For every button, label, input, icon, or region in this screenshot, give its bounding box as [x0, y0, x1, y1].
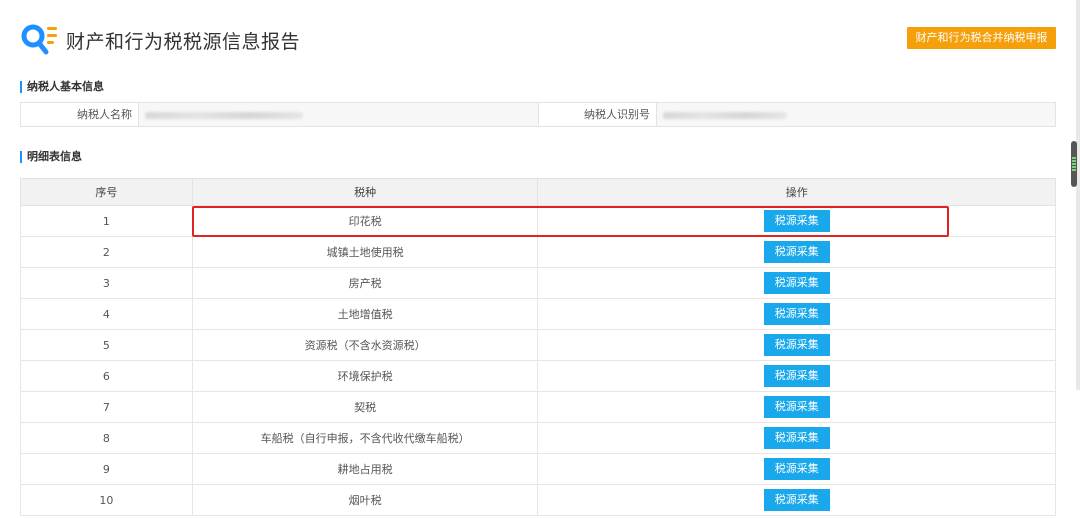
row-number: 9: [20, 453, 193, 485]
row-number: 3: [20, 267, 193, 299]
header-serial-number: 序号: [20, 178, 193, 206]
scrollbar-track[interactable]: [1076, 0, 1080, 390]
table-row: 3 房产税 税源采集: [20, 267, 1056, 299]
tax-source-collect-button[interactable]: 税源采集: [763, 210, 830, 232]
page-header: 财产和行为税税源信息报告 财产和行为税合并纳税申报: [20, 22, 1060, 58]
tax-source-collect-button[interactable]: 税源采集: [763, 334, 830, 356]
row-number: 8: [20, 422, 193, 454]
table-row: 7 契税 税源采集: [20, 391, 1056, 423]
row-operation: 税源采集: [537, 391, 1056, 423]
taxpayer-id-label: 纳税人识别号: [539, 103, 657, 126]
row-tax-type: 土地增值税: [191, 298, 539, 330]
table-row: 1 印花税 税源采集: [20, 205, 1056, 237]
row-operation: 税源采集: [537, 484, 1056, 516]
row-tax-type: 房产税: [191, 267, 539, 299]
scrollbar-thumb[interactable]: [1071, 141, 1077, 187]
table-row: 9 耕地占用税 税源采集: [20, 453, 1056, 485]
row-operation: 税源采集: [537, 267, 1056, 299]
row-operation: 税源采集: [537, 453, 1056, 485]
taxpayer-name-value: [139, 103, 539, 126]
row-tax-type: 环境保护税: [191, 360, 539, 392]
row-number: 1: [20, 205, 193, 237]
row-operation: 税源采集: [537, 298, 1056, 330]
row-tax-type: 印花税: [191, 205, 539, 237]
redacted-text: [663, 112, 787, 119]
row-operation: 税源采集: [537, 360, 1056, 392]
row-number: 7: [20, 391, 193, 423]
table-row: 5 资源税（不含水资源税） 税源采集: [20, 329, 1056, 361]
row-number: 6: [20, 360, 193, 392]
row-operation: 税源采集: [537, 205, 1056, 237]
tax-source-collect-button[interactable]: 税源采集: [763, 458, 830, 480]
row-tax-type: 契税: [191, 391, 539, 423]
tax-source-collect-button[interactable]: 税源采集: [763, 272, 830, 294]
header-tax-type: 税种: [191, 178, 539, 206]
tax-source-collect-button[interactable]: 税源采集: [763, 303, 830, 325]
row-tax-type: 城镇土地使用税: [191, 236, 539, 268]
row-tax-type: 耕地占用税: [191, 453, 539, 485]
table-row: 8 车船税（自行申报，不含代收代缴车船税） 税源采集: [20, 422, 1056, 454]
tax-source-collect-button[interactable]: 税源采集: [763, 365, 830, 387]
section-title-detail-info: 明细表信息: [20, 150, 82, 164]
table-row: 4 土地增值税 税源采集: [20, 298, 1056, 330]
tax-source-collect-button[interactable]: 税源采集: [763, 241, 830, 263]
page-title: 财产和行为税税源信息报告: [66, 31, 301, 53]
row-operation: 税源采集: [537, 422, 1056, 454]
table-row: 10 烟叶税 税源采集: [20, 484, 1056, 516]
search-document-icon: [21, 24, 57, 55]
row-number: 2: [20, 236, 193, 268]
table-row: 6 环境保护税 税源采集: [20, 360, 1056, 392]
tax-source-collect-button[interactable]: 税源采集: [763, 427, 830, 449]
row-number: 4: [20, 298, 193, 330]
row-tax-type: 车船税（自行申报，不含代收代缴车船税）: [191, 422, 539, 454]
tax-detail-table: 序号 税种 操作 1 印花税 税源采集 2 城镇土地使用税 税源采集 3 房产税…: [20, 178, 1056, 516]
row-operation: 税源采集: [537, 329, 1056, 361]
redacted-text: [145, 112, 303, 119]
table-row: 2 城镇土地使用税 税源采集: [20, 236, 1056, 268]
row-operation: 税源采集: [537, 236, 1056, 268]
row-tax-type: 资源税（不含水资源税）: [191, 329, 539, 361]
table-header-row: 序号 税种 操作: [20, 178, 1056, 206]
row-number: 5: [20, 329, 193, 361]
header-operation: 操作: [537, 178, 1056, 206]
combined-tax-declaration-button[interactable]: 财产和行为税合并纳税申报: [907, 27, 1056, 49]
tax-source-collect-button[interactable]: 税源采集: [763, 396, 830, 418]
scrollbar-grip-icon: [1072, 157, 1076, 171]
taxpayer-id-value: [657, 103, 1055, 126]
taxpayer-info-table: 纳税人名称 纳税人识别号: [20, 102, 1056, 127]
taxpayer-name-label: 纳税人名称: [21, 103, 139, 126]
tax-source-collect-button[interactable]: 税源采集: [763, 489, 830, 511]
row-number: 10: [20, 484, 193, 516]
row-tax-type: 烟叶税: [191, 484, 539, 516]
section-title-basic-info: 纳税人基本信息: [20, 80, 104, 94]
